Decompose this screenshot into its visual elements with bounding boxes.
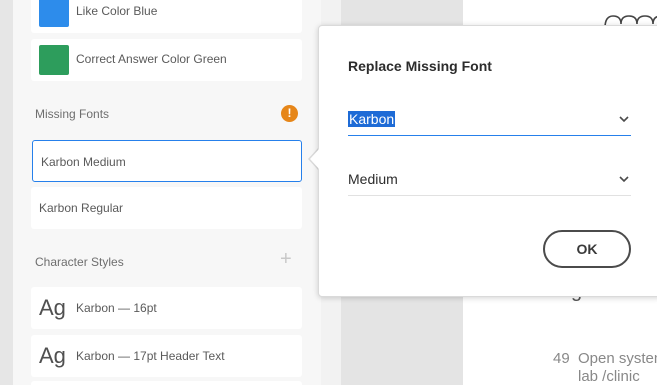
- missing-font-label: Karbon Medium: [41, 155, 126, 169]
- artboard-text-line: lab /clinic: [578, 368, 640, 385]
- character-styles-title: Character Styles: [35, 255, 124, 269]
- chevron-down-icon: [619, 116, 629, 123]
- style-preview-ag: Ag: [39, 343, 66, 368]
- style-preview-ag: Ag: [39, 295, 66, 320]
- add-style-icon[interactable]: +: [280, 249, 292, 269]
- dialog-title: Replace Missing Font: [348, 58, 492, 74]
- font-family-value: Karbon: [348, 111, 396, 127]
- artboard-text: Open system lab /clinic: [578, 350, 657, 385]
- color-swatch-label: Like Color Blue: [76, 4, 158, 18]
- dialog-pointer-fill: [310, 148, 320, 170]
- artboard-text-line: Open system: [578, 350, 657, 367]
- chevron-down-icon: [619, 176, 629, 183]
- color-swatch-blue: [39, 0, 69, 27]
- missing-fonts-title: Missing Fonts: [35, 107, 110, 121]
- missing-font-item-karbon-medium[interactable]: Karbon Medium: [32, 140, 302, 182]
- style-label: Karbon — 16pt: [76, 301, 157, 315]
- color-swatch-label: Correct Answer Color Green: [76, 52, 227, 66]
- character-style-item[interactable]: Ag Karbon — 16pt: [31, 287, 302, 329]
- style-label: Karbon — 17pt Header Text: [76, 349, 225, 363]
- warning-icon[interactable]: !: [281, 105, 298, 122]
- character-style-item[interactable]: [31, 381, 302, 385]
- color-swatch-row[interactable]: Like Color Blue: [31, 0, 302, 33]
- replace-missing-font-dialog: Replace Missing Font Karbon Medium OK: [318, 25, 657, 297]
- left-strip: [0, 0, 13, 385]
- artboard-line-number: 49: [553, 350, 570, 367]
- color-swatch-row[interactable]: Correct Answer Color Green: [31, 39, 302, 81]
- color-swatch-green: [39, 45, 69, 75]
- font-style-dropdown[interactable]: Medium: [348, 166, 631, 196]
- missing-font-label: Karbon Regular: [39, 201, 124, 215]
- character-style-item[interactable]: Ag Karbon — 17pt Header Text: [31, 335, 302, 377]
- font-style-value: Medium: [348, 171, 398, 187]
- font-family-dropdown[interactable]: Karbon: [348, 106, 631, 136]
- ok-button[interactable]: OK: [543, 230, 631, 268]
- missing-font-item-karbon-regular[interactable]: Karbon Regular: [31, 187, 302, 229]
